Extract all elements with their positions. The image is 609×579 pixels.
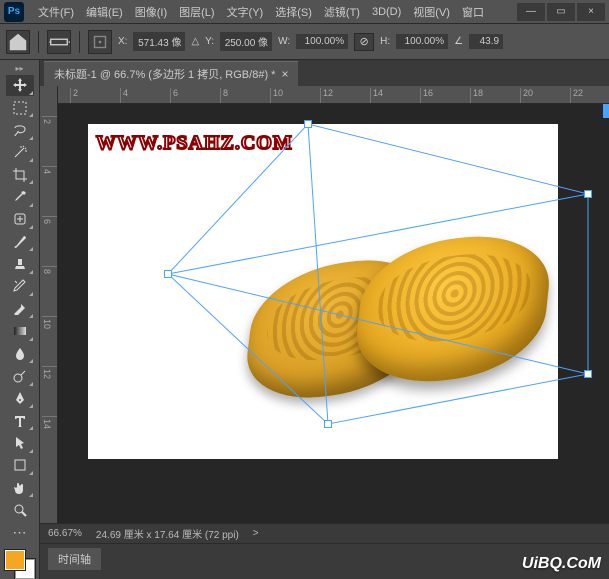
ruler-tick: 2	[42, 116, 58, 124]
magic-wand-tool[interactable]	[6, 142, 34, 163]
canvas-area[interactable]: WWW.PSAHZ.COM	[58, 104, 609, 523]
status-caret-icon[interactable]: >	[253, 528, 259, 539]
menu-window[interactable]: 窗口	[456, 4, 490, 20]
reference-point-icon[interactable]	[88, 30, 112, 54]
path-selection-tool[interactable]	[6, 432, 34, 453]
delta-icon[interactable]: △	[191, 36, 199, 47]
lasso-tool[interactable]	[6, 119, 34, 140]
ruler-tick: 14	[370, 88, 383, 104]
link-icon[interactable]: ⊘	[354, 33, 374, 51]
menu-bar: Ps 文件(F) 编辑(E) 图像(I) 图层(L) 文字(Y) 选择(S) 滤…	[0, 0, 609, 24]
watermark-text: WWW.PSAHZ.COM	[96, 132, 293, 155]
tab-close-icon[interactable]: ×	[281, 67, 288, 81]
status-bar: 66.67% 24.69 厘米 x 17.64 厘米 (72 ppi) >	[40, 523, 609, 543]
foreground-color-swatch[interactable]	[5, 550, 25, 570]
transform-handle[interactable]	[584, 370, 592, 378]
y-value[interactable]: 250.00 像	[220, 32, 272, 51]
zoom-tool[interactable]	[6, 499, 34, 520]
transform-handle[interactable]	[164, 270, 172, 278]
app-logo: Ps	[4, 2, 24, 22]
type-tool[interactable]	[6, 410, 34, 431]
menu-layer[interactable]: 图层(L)	[173, 4, 220, 20]
dodge-tool[interactable]	[6, 365, 34, 386]
ruler-tick: 10	[270, 88, 283, 104]
h-label: H:	[380, 36, 390, 47]
move-tool[interactable]	[6, 75, 34, 96]
tools-panel: ▸▸ ⋯	[0, 60, 40, 579]
y-label: Y:	[205, 36, 214, 47]
maximize-button[interactable]: ▭	[547, 3, 575, 21]
transform-handle[interactable]	[324, 420, 332, 428]
gradient-tool[interactable]	[6, 320, 34, 341]
document-tabs: 未标题-1 @ 66.7% (多边形 1 拷贝, RGB/8#) * ×	[0, 60, 609, 86]
color-swatches[interactable]	[5, 550, 35, 579]
menu-view[interactable]: 视图(V)	[407, 4, 456, 20]
home-icon[interactable]	[6, 30, 30, 54]
menu-edit[interactable]: 编辑(E)	[80, 4, 129, 20]
vertical-ruler[interactable]: 2 4 6 8 10 12 14	[40, 86, 58, 523]
ruler-tick: 8	[220, 88, 228, 104]
ruler-tick: 6	[170, 88, 178, 104]
menu-image[interactable]: 图像(I)	[129, 4, 173, 20]
zoom-level[interactable]: 66.67%	[48, 528, 82, 539]
menu-3d[interactable]: 3D(D)	[366, 6, 407, 18]
history-brush-tool[interactable]	[6, 276, 34, 297]
ruler-tick: 12	[320, 88, 333, 104]
edge-marker	[603, 104, 609, 118]
w-label: W:	[278, 36, 290, 47]
ruler-tick: 4	[42, 166, 58, 174]
crop-tool[interactable]	[6, 164, 34, 185]
close-window-button[interactable]: ×	[577, 3, 605, 21]
ruler-tick: 10	[42, 316, 58, 329]
x-value[interactable]: 571.43 像	[133, 32, 185, 51]
h-value[interactable]: 100.00%	[396, 34, 448, 49]
document-dimensions: 24.69 厘米 x 17.64 厘米 (72 ppi)	[96, 526, 239, 541]
artboard[interactable]: WWW.PSAHZ.COM	[88, 124, 558, 459]
ruler-tick: 8	[42, 266, 58, 274]
eraser-tool[interactable]	[6, 298, 34, 319]
angle-label: ∠	[454, 36, 463, 47]
mooncake-image-2	[351, 228, 555, 390]
tab-title: 未标题-1 @ 66.7% (多边形 1 拷贝, RGB/8#) *	[54, 66, 275, 82]
minimize-button[interactable]: —	[517, 3, 545, 21]
shape-tool[interactable]	[6, 455, 34, 476]
ruler-tick: 2	[70, 88, 78, 104]
brush-tool[interactable]	[6, 231, 34, 252]
menu-filter[interactable]: 滤镜(T)	[318, 4, 366, 20]
ruler-tick: 16	[420, 88, 433, 104]
site-watermark: UiBQ.CoM	[522, 555, 601, 573]
ruler-tick: 6	[42, 216, 58, 224]
x-label: X:	[118, 36, 127, 47]
window-controls: — ▭ ×	[517, 3, 605, 21]
hand-tool[interactable]	[6, 477, 34, 498]
eyedropper-tool[interactable]	[6, 186, 34, 207]
options-bar: X: 571.43 像 △ Y: 250.00 像 W: 100.00% ⊘ H…	[0, 24, 609, 60]
transform-handle[interactable]	[584, 190, 592, 198]
ruler-tick: 14	[42, 416, 58, 429]
menu-file[interactable]: 文件(F)	[32, 4, 80, 20]
timeline-tab[interactable]: 时间轴	[48, 548, 101, 570]
pen-tool[interactable]	[6, 388, 34, 409]
ruler-tick: 18	[470, 88, 483, 104]
ruler-tick: 20	[520, 88, 533, 104]
ruler-tick: 22	[570, 88, 583, 104]
transform-handle[interactable]	[304, 120, 312, 128]
clone-stamp-tool[interactable]	[6, 253, 34, 274]
marquee-tool[interactable]	[6, 97, 34, 118]
menu-type[interactable]: 文字(Y)	[221, 4, 270, 20]
toolbar-expand-icon[interactable]: ▸▸	[2, 64, 38, 74]
transform-mode-icon[interactable]	[47, 30, 71, 54]
blur-tool[interactable]	[6, 343, 34, 364]
w-value[interactable]: 100.00%	[296, 34, 348, 49]
healing-brush-tool[interactable]	[6, 209, 34, 230]
ruler-tick: 4	[120, 88, 128, 104]
edit-toolbar-icon[interactable]: ⋯	[6, 522, 34, 543]
angle-value[interactable]: 43.9	[469, 34, 503, 49]
document-tab[interactable]: 未标题-1 @ 66.7% (多边形 1 拷贝, RGB/8#) * ×	[44, 61, 298, 86]
menu-select[interactable]: 选择(S)	[269, 4, 318, 20]
horizontal-ruler[interactable]: 2 4 6 8 10 12 14 16 18 20 22 24	[40, 86, 609, 104]
ruler-tick: 12	[42, 366, 58, 379]
